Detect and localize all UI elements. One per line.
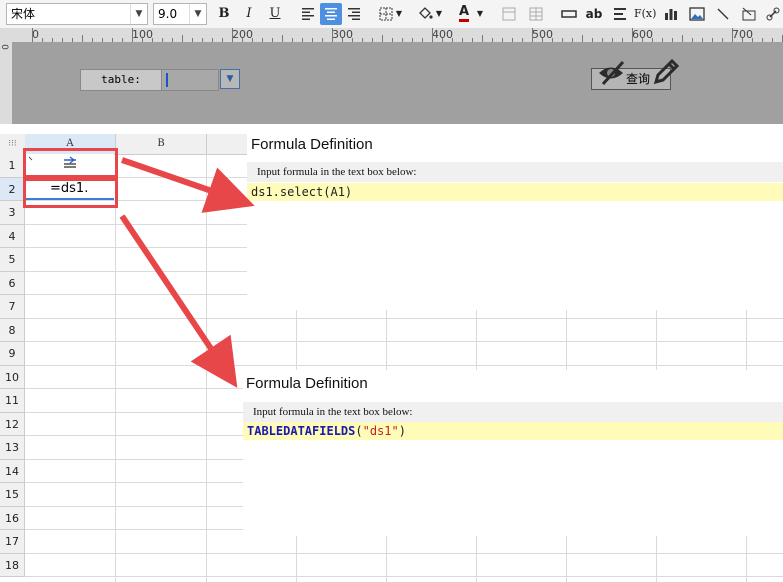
arrow-to-panel-1 <box>121 157 255 213</box>
arrow-to-panel-2 <box>119 214 238 388</box>
annotation-arrows <box>119 157 255 388</box>
